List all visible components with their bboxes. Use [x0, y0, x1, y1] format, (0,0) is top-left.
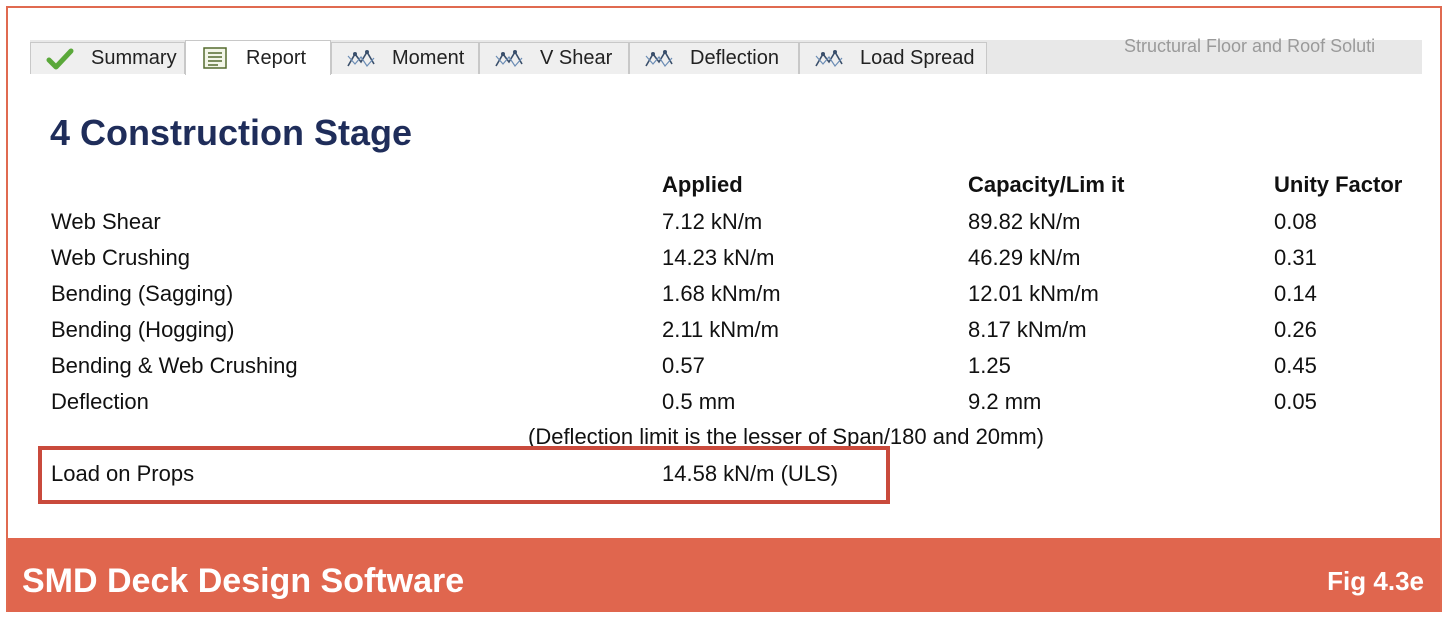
row-name: Bending (Sagging) [51, 281, 234, 306]
row-applied: 1.68 kNm/m [662, 281, 781, 306]
row-unity: 0.45 [1274, 353, 1317, 378]
column-header-capacity: Capacity/Lim it [968, 172, 1125, 197]
row-unity: 0.31 [1274, 245, 1317, 270]
row-unity: 0.08 [1274, 209, 1317, 234]
column-header-applied: Applied [662, 172, 743, 197]
graph-icon [346, 47, 376, 71]
row-unity: 0.26 [1274, 317, 1317, 342]
tab-label: Load Spread [860, 47, 975, 69]
tab-report[interactable]: Report [185, 40, 331, 75]
row-name: Web Crushing [51, 245, 190, 270]
column-header-unity: Unity Factor [1274, 172, 1403, 197]
row-capacity: 9.2 mm [968, 389, 1042, 414]
row-applied: 14.23 kN/m [662, 245, 775, 270]
row-applied: 7.12 kN/m [662, 209, 763, 234]
report-icon [200, 46, 230, 70]
row-name: Deflection [51, 389, 149, 414]
graph-icon [644, 47, 674, 71]
row-name: Bending (Hogging) [51, 317, 235, 342]
tab-moment[interactable]: Moment [331, 42, 479, 74]
graph-icon [494, 47, 524, 71]
row-capacity: 46.29 kN/m [968, 245, 1081, 270]
row-capacity: 1.25 [968, 353, 1011, 378]
caption-title: SMD Deck Design Software [22, 562, 465, 600]
row-unity: 0.05 [1274, 389, 1317, 414]
props-value: 14.58 kN/m (ULS) [662, 461, 839, 486]
page-title: 4 Construction Stage [50, 112, 413, 153]
row-applied: 0.57 [662, 353, 705, 378]
tab-label: Deflection [690, 47, 779, 69]
props-label: Load on Props [51, 461, 195, 486]
row-unity: 0.14 [1274, 281, 1317, 306]
tab-label: Report [246, 46, 307, 69]
checkmark-icon [45, 47, 75, 71]
row-capacity: 12.01 kNm/m [968, 281, 1099, 306]
row-applied: 0.5 mm [662, 389, 736, 414]
tab-v-shear[interactable]: V Shear [479, 42, 629, 74]
tab-label: Summary [91, 47, 177, 69]
brand-text: Structural Floor and Roof Soluti [1124, 36, 1376, 56]
tab-load-spread[interactable]: Load Spread [799, 42, 987, 74]
row-applied: 2.11 kNm/m [662, 317, 779, 342]
tab-summary[interactable]: Summary [30, 42, 185, 74]
tab-deflection[interactable]: Deflection [629, 42, 799, 74]
tab-label: Moment [392, 47, 465, 69]
graph-icon [814, 47, 844, 71]
tab-label: V Shear [540, 47, 613, 69]
figure-number: Fig 4.3e [1327, 566, 1424, 596]
row-capacity: 8.17 kNm/m [968, 317, 1087, 342]
row-capacity: 89.82 kN/m [968, 209, 1081, 234]
row-name: Web Shear [51, 209, 161, 234]
row-name: Bending & Web Crushing [51, 353, 298, 378]
